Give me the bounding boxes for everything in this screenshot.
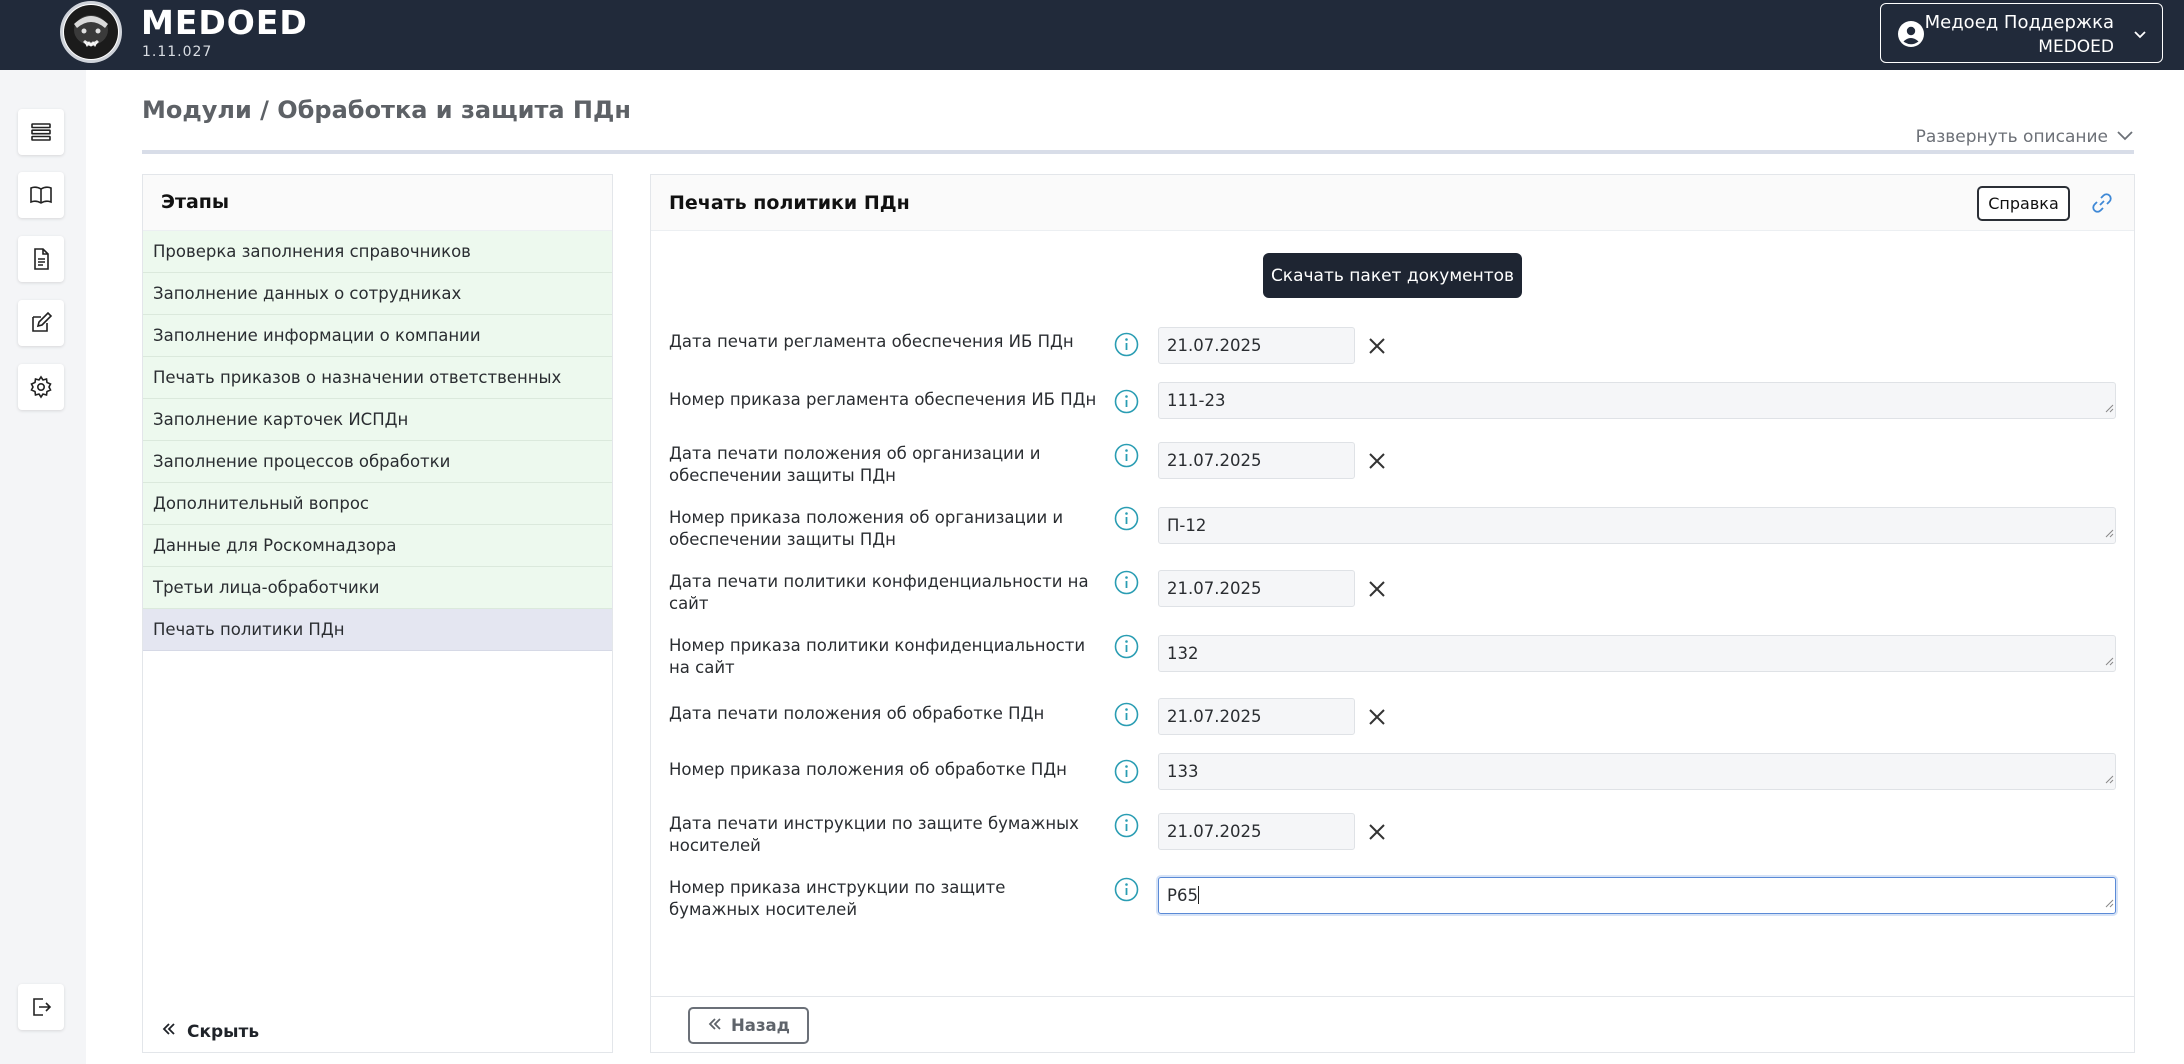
field-label: Номер приказа регламента обеспечения ИБ … (669, 390, 1097, 409)
info-icon[interactable] (1114, 813, 1139, 842)
field-label: Номер приказа инструкции по защите бумаж… (669, 878, 1006, 919)
form-footer: Назад (651, 996, 2134, 1052)
info-icon[interactable] (1114, 443, 1139, 472)
close-icon[interactable] (1367, 822, 1387, 846)
resize-handle-icon[interactable] (2104, 523, 2114, 542)
expand-description-label: Развернуть описание (1915, 127, 2108, 147)
top-bar: MEDOED 1.11.027 Медоед Поддержка MEDOED (0, 0, 2184, 70)
logout-icon[interactable] (18, 984, 64, 1030)
date-input[interactable]: 21.07.2025 (1158, 813, 1355, 850)
stage-item-active[interactable]: Печать политики ПДн (143, 609, 612, 651)
list-icon[interactable] (18, 109, 64, 155)
edit-icon[interactable] (18, 300, 64, 346)
field-label: Дата печати положения об организации и о… (669, 444, 1041, 485)
resize-handle-icon[interactable] (2104, 769, 2114, 788)
close-icon[interactable] (1367, 336, 1387, 360)
field-label: Номер приказа положения об организации и… (669, 508, 1064, 549)
double-chevron-left-icon (707, 1016, 723, 1036)
close-icon[interactable] (1367, 707, 1387, 731)
field-label: Дата печати политики конфиденциальности … (669, 572, 1089, 613)
form-header: Печать политики ПДн Справка (651, 175, 2134, 231)
resize-handle-icon[interactable] (2104, 893, 2114, 912)
field-label: Дата печати положения об обработке ПДн (669, 704, 1045, 723)
date-input[interactable]: 21.07.2025 (1158, 327, 1355, 364)
info-icon[interactable] (1114, 570, 1139, 599)
order-number-input[interactable]: 133 (1158, 753, 2116, 790)
resize-handle-icon[interactable] (2104, 651, 2114, 670)
download-documents-button[interactable]: Скачать пакет документов (1263, 253, 1522, 298)
back-button[interactable]: Назад (688, 1007, 809, 1044)
link-icon[interactable] (2091, 192, 2113, 218)
info-icon[interactable] (1114, 389, 1139, 418)
user-organization: MEDOED (2038, 37, 2114, 57)
document-icon[interactable] (18, 236, 64, 282)
user-name: Медоед Поддержка (1924, 12, 2114, 33)
date-input[interactable]: 21.07.2025 (1158, 442, 1355, 479)
stages-title: Этапы (143, 175, 612, 231)
field-label: Дата печати регламента обеспечения ИБ ПД… (669, 332, 1074, 351)
hide-stages-label: Скрыть (187, 1021, 260, 1042)
user-menu[interactable]: Медоед Поддержка MEDOED (1880, 3, 2163, 63)
title-divider (142, 150, 2134, 154)
chevron-down-icon (2132, 26, 2148, 46)
stage-item[interactable]: Проверка заполнения справочников (143, 231, 612, 273)
info-icon[interactable] (1114, 332, 1139, 361)
info-icon[interactable] (1114, 877, 1139, 906)
back-label: Назад (731, 1016, 790, 1035)
date-input[interactable]: 21.07.2025 (1158, 698, 1355, 735)
stage-item[interactable]: Заполнение процессов обработки (143, 441, 612, 483)
help-button[interactable]: Справка (1977, 186, 2070, 221)
date-input[interactable]: 21.07.2025 (1158, 570, 1355, 607)
form-title: Печать политики ПДн (669, 192, 910, 214)
brand-name: MEDOED (141, 3, 308, 42)
double-chevron-left-icon (161, 1021, 177, 1042)
hide-stages-button[interactable]: Скрыть (161, 1021, 259, 1042)
honey-badger-logo (60, 1, 122, 63)
stage-item[interactable]: Дополнительный вопрос (143, 483, 612, 525)
order-number-input[interactable]: 132 (1158, 635, 2116, 672)
info-icon[interactable] (1114, 506, 1139, 535)
order-number-input[interactable]: Р65 (1158, 877, 2116, 914)
icon-rail (0, 70, 86, 1064)
stages-panel: Этапы Проверка заполнения справочников З… (142, 174, 613, 1053)
close-icon[interactable] (1367, 579, 1387, 603)
stage-item[interactable]: Заполнение данных о сотрудниках (143, 273, 612, 315)
info-icon[interactable] (1114, 759, 1139, 788)
expand-description-link[interactable]: Развернуть описание (1916, 127, 2134, 147)
stage-item[interactable]: Заполнение карточек ИСПДн (143, 399, 612, 441)
stage-item[interactable]: Данные для Роскомнадзора (143, 525, 612, 567)
stage-item[interactable]: Третьи лица-обработчики (143, 567, 612, 609)
order-number-input[interactable]: 111-23 (1158, 382, 2116, 419)
text-cursor (1197, 886, 1199, 904)
field-label: Дата печати инструкции по защите бумажны… (669, 814, 1079, 855)
book-icon[interactable] (18, 172, 64, 218)
close-icon[interactable] (1367, 451, 1387, 475)
order-number-input[interactable]: П-12 (1158, 507, 2116, 544)
stage-item[interactable]: Заполнение информации о компании (143, 315, 612, 357)
page-title: Модули / Обработка и защита ПДн (142, 96, 631, 124)
form-panel: Печать политики ПДн Справка Скачать паке… (650, 174, 2135, 1053)
info-icon[interactable] (1114, 634, 1139, 663)
user-avatar-icon (1897, 20, 1925, 52)
field-label: Номер приказа политики конфиденциальност… (669, 636, 1086, 677)
chevron-down-icon (2116, 127, 2134, 147)
info-icon[interactable] (1114, 702, 1139, 731)
field-label: Номер приказа положения об обработке ПДн (669, 760, 1067, 779)
settings-icon[interactable] (18, 364, 64, 410)
resize-handle-icon[interactable] (2104, 398, 2114, 417)
app-version: 1.11.027 (142, 44, 213, 60)
stage-item[interactable]: Печать приказов о назначении ответственн… (143, 357, 612, 399)
